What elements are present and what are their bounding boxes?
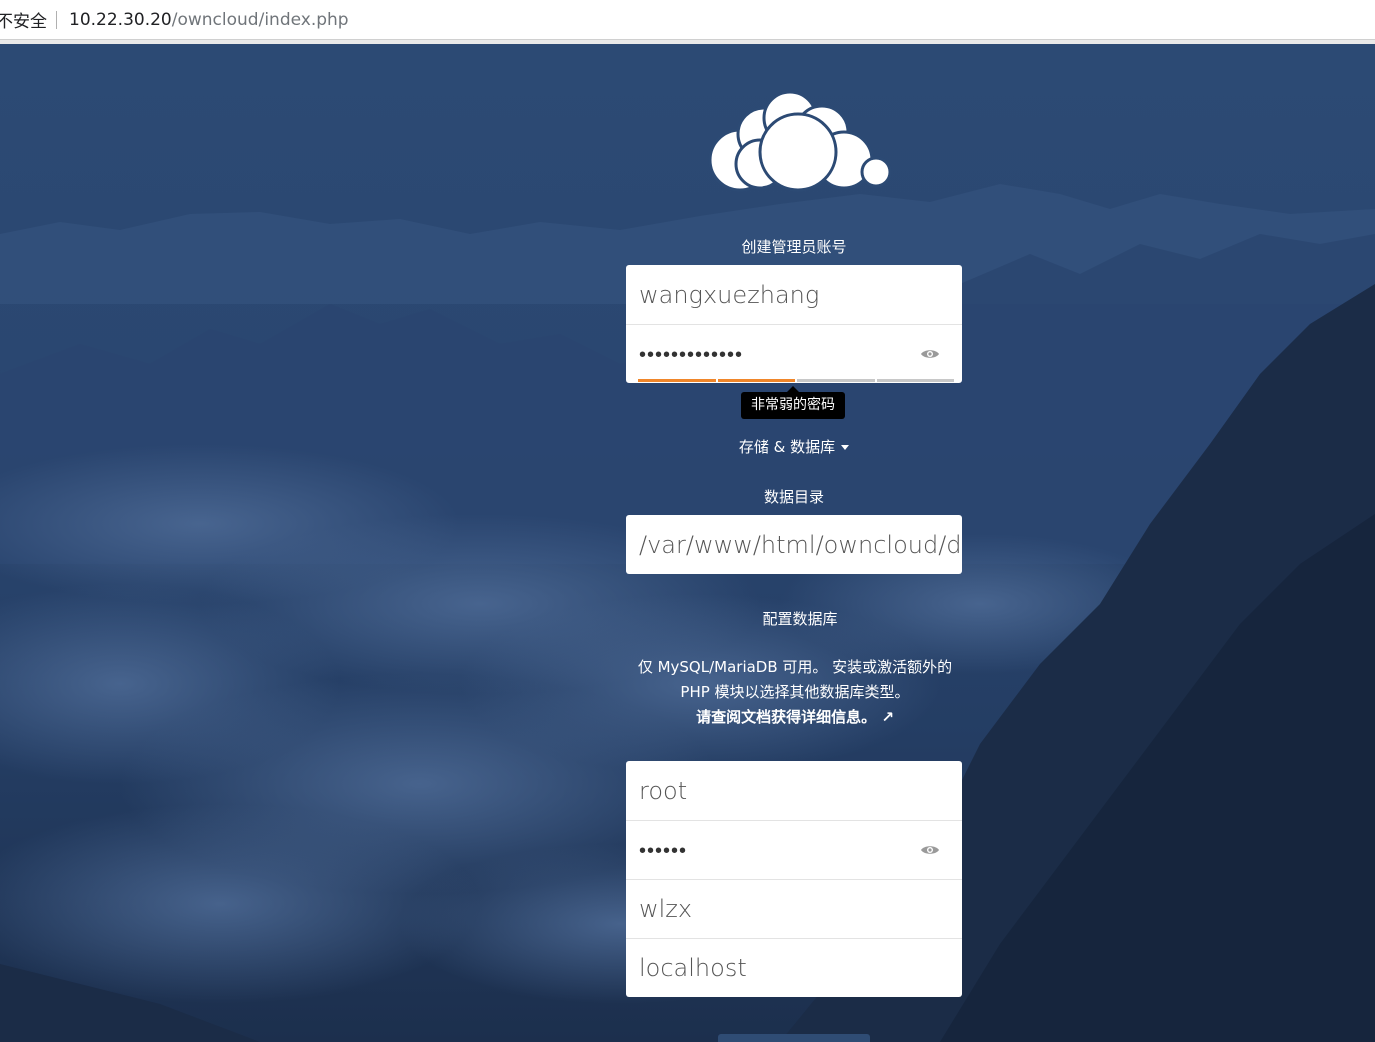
database-info-text: 仅 MySQL/MariaDB 可用。 安装或激活额外的 PHP 模块以选择其他… (620, 655, 970, 730)
show-password-icon[interactable] (920, 348, 940, 360)
database-password-field[interactable]: •••••• (626, 820, 962, 879)
show-password-icon[interactable] (920, 844, 940, 856)
security-indicator[interactable]: 不安全 (0, 7, 47, 32)
caret-down-icon (841, 445, 850, 450)
strength-segment (717, 379, 795, 382)
data-directory-group: /var/www/html/owncloud/data (626, 515, 962, 574)
database-user-field[interactable]: root (626, 761, 962, 820)
owncloud-logo-icon (708, 90, 892, 192)
password-strength-meter (638, 379, 954, 382)
data-directory-field[interactable]: /var/www/html/owncloud/data (626, 515, 962, 574)
database-config-title: 配置数据库 (762, 610, 838, 628)
url-path: /owncloud/index.php (171, 9, 349, 30)
password-strength-tooltip: 非常弱的密码 (741, 386, 845, 419)
admin-account-title: 创建管理员账号 (741, 238, 847, 256)
storage-toggle-label: 存储 & 数据库 (738, 438, 836, 456)
database-password-dots: •••••• (639, 837, 688, 862)
strength-segment (638, 379, 716, 382)
database-host-field[interactable]: localhost (626, 938, 962, 997)
address-separator (56, 10, 57, 29)
strength-segment (876, 379, 954, 382)
database-info-line1: 仅 MySQL/MariaDB 可用。 安装或激活额外的 (637, 658, 953, 676)
browser-address-bar[interactable]: 不安全 10.22.30.20/owncloud/index.php (0, 0, 1375, 40)
storage-database-toggle[interactable]: 存储 & 数据库 (626, 436, 962, 457)
admin-username-field[interactable]: wangxuezhang (626, 265, 962, 324)
admin-password-dots: ••••••••••••• (639, 341, 744, 366)
admin-password-field[interactable]: ••••••••••••• (626, 324, 962, 383)
admin-credentials-group: wangxuezhang ••••••••••••• (626, 265, 962, 383)
finish-setup-button[interactable] (718, 1034, 870, 1042)
url-host: 10.22.30.20 (69, 9, 172, 30)
database-name-field[interactable]: wlzx (626, 879, 962, 938)
strength-segment (797, 379, 875, 382)
database-info-line2: PHP 模块以选择其他数据库类型。 (680, 683, 910, 701)
documentation-link[interactable]: 请查阅文档获得详细信息。 ↗ (620, 705, 970, 730)
data-directory-title: 数据目录 (763, 488, 824, 506)
database-credentials-group: root •••••• wlzx localhost (626, 761, 962, 997)
